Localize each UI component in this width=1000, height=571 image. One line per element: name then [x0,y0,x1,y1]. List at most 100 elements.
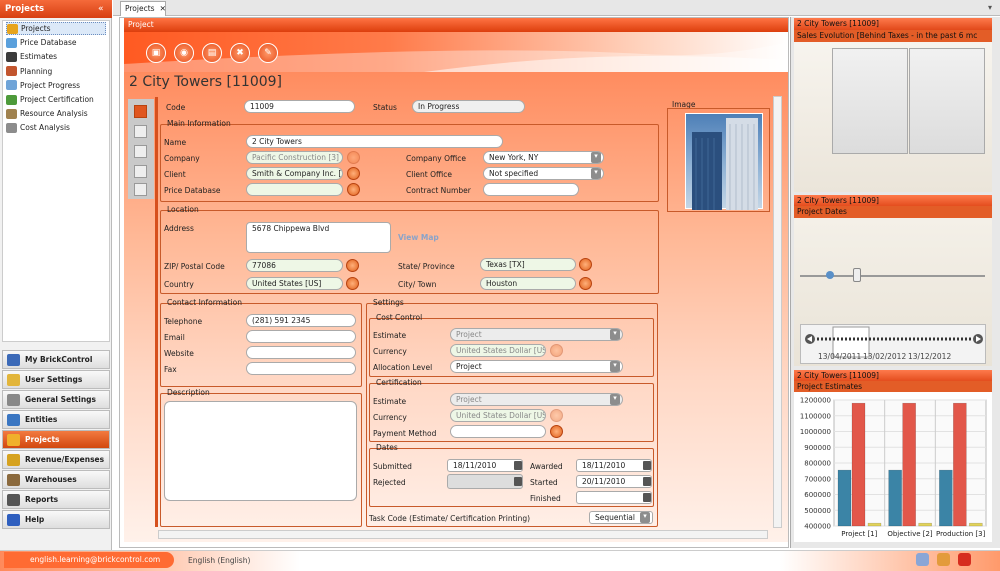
tree-item-planning[interactable]: Planning [6,65,106,78]
menu-item-my-brickcontrol[interactable]: My BrickControl [2,350,110,369]
address-field[interactable]: 5678 Chippewa Blvd [246,222,391,253]
tree-item-estimates[interactable]: Estimates [6,50,106,63]
menu-item-warehouses[interactable]: Warehouses [2,470,110,489]
save-icon[interactable]: ▣ [146,43,166,63]
cc-estimate-select[interactable]: Project [450,328,623,341]
cert-estimate-label: Estimate [373,397,407,406]
view-map-link[interactable]: View Map [398,233,439,242]
link-icon[interactable] [134,165,147,178]
cert-estimate-select[interactable]: Project [450,393,623,406]
telephone-field[interactable]: (281) 591 2345 [246,314,356,327]
code-field[interactable]: 11009 [244,100,355,113]
company-field[interactable]: Pacific Construction [3] [246,151,343,164]
company-lookup-icon[interactable] [347,151,360,164]
tree-item-projects[interactable]: Projects [6,22,106,35]
tools-icon[interactable] [937,553,950,566]
company-office-select[interactable]: New York, NY [483,151,604,164]
description-field[interactable] [164,401,357,501]
zip-lookup-icon[interactable] [346,259,359,272]
client-lookup-icon[interactable] [347,167,360,180]
awarded-calendar-icon[interactable] [643,461,651,470]
date-slider-marker[interactable] [826,271,834,279]
warehouses-icon [7,473,20,486]
cc-currency-lookup-icon[interactable] [550,344,563,357]
city-lookup-icon[interactable] [579,277,592,290]
tree-item-label: Project Certification [20,95,94,104]
rejected-calendar-icon[interactable] [514,477,522,486]
notes-icon[interactable] [134,145,147,158]
payment-method-lookup-icon[interactable] [550,425,563,438]
bar [939,469,953,527]
edit-icon[interactable]: ✎ [258,43,278,63]
state-lookup-icon[interactable] [579,258,592,271]
name-field[interactable]: 2 City Towers [246,135,503,148]
list-icon[interactable] [134,105,147,118]
menu-item-user-settings[interactable]: User Settings [2,370,110,389]
submitted-field[interactable]: 18/11/2010 [447,459,523,472]
status-field[interactable]: In Progress [412,100,525,113]
menu-item-help[interactable]: Help [2,510,110,529]
submitted-calendar-icon[interactable] [514,461,522,470]
tree-item-project-progress[interactable]: Project Progress [6,79,106,92]
delete-icon[interactable]: ✖ [230,43,250,63]
tree-item-cost-analysis[interactable]: Cost Analysis [6,121,106,134]
user-email[interactable]: english.learning@brickcontrol.com [4,552,174,568]
menu-item-entities[interactable]: Entities [2,410,110,429]
date-slider-thumb[interactable] [853,268,861,282]
contract-number-field[interactable] [483,183,579,196]
started-field[interactable]: 20/11/2010 [576,475,652,488]
bar [918,522,932,527]
menu-item-label: Entities [25,415,58,424]
fax-field[interactable] [246,362,356,375]
vertical-scrollbar[interactable] [773,96,782,528]
cc-currency-field[interactable]: United States Dollar [USD] [450,344,546,357]
timeline-label-3: 13/12/2012 [908,352,952,361]
country-field[interactable]: United States [US] [246,277,343,290]
document-icon[interactable]: ▤ [202,43,222,63]
started-calendar-icon[interactable] [643,477,651,486]
page-icon[interactable] [134,183,147,196]
finished-field[interactable] [576,491,652,504]
country-lookup-icon[interactable] [346,277,359,290]
bar [867,522,882,527]
cert-currency-field[interactable]: United States Dollar [USD] [450,409,546,422]
tab-projects[interactable]: Projects ✕ [120,1,166,16]
tree-item-price-database[interactable]: Price Database [6,36,106,49]
allocation-select[interactable]: Project [450,360,623,373]
projects-icon [7,23,18,34]
cert-currency-lookup-icon[interactable] [550,409,563,422]
task-code-select[interactable]: Sequential [589,511,653,524]
users-icon[interactable] [134,125,147,138]
project-photo[interactable] [685,113,763,210]
tree-item-project-certification[interactable]: Project Certification [6,93,106,106]
refresh-icon[interactable]: ◉ [174,43,194,63]
rejected-field[interactable] [447,474,523,489]
close-icon[interactable]: ✕ [160,4,166,14]
finished-calendar-icon[interactable] [643,493,651,502]
tree-item-resource-analysis[interactable]: Resource Analysis [6,107,106,120]
menu-item-projects[interactable]: Projects [2,430,110,449]
client-office-label: Client Office [406,170,452,179]
client-office-select[interactable]: Not specified [483,167,604,180]
payment-method-field[interactable] [450,425,546,438]
contact-title: Contact Information [167,298,242,307]
horizontal-scrollbar[interactable] [158,530,768,539]
zip-field[interactable]: 77086 [246,259,343,272]
awarded-field[interactable]: 18/11/2010 [576,459,652,472]
state-field[interactable]: Texas [TX] [480,258,576,271]
email-field[interactable] [246,330,356,343]
mybrick-icon [7,353,20,366]
price-database-lookup-icon[interactable] [347,183,360,196]
price-database-field[interactable] [246,183,343,196]
window-menu-icon[interactable]: ▾ [988,3,994,12]
cc-estimate-label: Estimate [373,331,407,340]
menu-item-general-settings[interactable]: General Settings [2,390,110,409]
menu-item-revenue-expenses[interactable]: Revenue/Expenses [2,450,110,469]
language-indicator[interactable]: English (English) [188,556,250,565]
website-field[interactable] [246,346,356,359]
user-icon[interactable] [916,553,929,566]
city-field[interactable]: Houston [480,277,576,290]
power-icon[interactable] [958,553,971,566]
menu-item-reports[interactable]: Reports [2,490,110,509]
client-field[interactable]: Smith & Company Inc. [2] [246,167,343,180]
